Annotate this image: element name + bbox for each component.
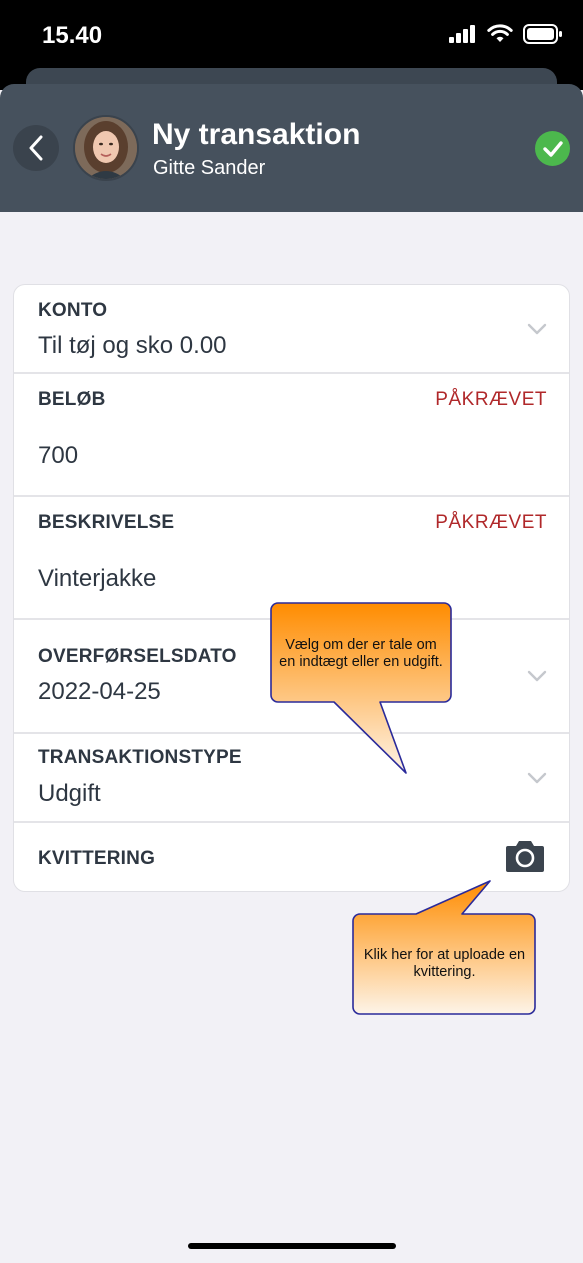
type-hint-line1: Vælg om der er tale om [285, 637, 437, 653]
receipt-hint-line2: kvittering. [413, 964, 476, 980]
wifi-icon [487, 24, 513, 42]
account-field[interactable]: KONTO Til tøj og sko 0.00 [14, 285, 569, 374]
status-time: 15.40 [42, 22, 103, 49]
type-hint-line2: en indtægt eller en udgift. [279, 654, 443, 670]
amount-field[interactable]: BELØB PÅKRÆVET 700 [14, 374, 569, 497]
transaction-type-value: Udgift [38, 780, 101, 807]
page-title: Ny transaktion [152, 118, 361, 151]
amount-required-badge: PÅKRÆVET [435, 389, 547, 410]
page-subtitle: Gitte Sander [153, 157, 266, 179]
transaction-type-label: TRANSAKTIONSTYPE [38, 747, 242, 768]
chevron-down-icon [527, 670, 547, 682]
transaction-form: KONTO Til tøj og sko 0.00 BELØB PÅKRÆVET… [13, 284, 570, 892]
description-value[interactable]: Vinterjakke [38, 565, 156, 593]
account-label: KONTO [38, 300, 108, 321]
receipt-hint-callout: Klik her for at uploade en kvittering. [353, 947, 536, 981]
chevron-left-icon [29, 135, 43, 161]
account-value: Til tøj og sko 0.00 [38, 332, 227, 359]
checkmark-icon [542, 140, 563, 157]
status-icons [449, 24, 563, 44]
chevron-down-icon [527, 323, 547, 335]
avatar [73, 115, 139, 181]
signal-icon [449, 25, 475, 43]
description-label: BESKRIVELSE [38, 512, 175, 533]
receipt-hint-line1: Klik her for at uploade en [363, 947, 526, 963]
header: Ny transaktion Gitte Sander [0, 84, 583, 212]
type-hint-callout-bubble [270, 602, 452, 774]
transfer-date-label: OVERFØRSELSDATO [38, 646, 237, 667]
chevron-down-icon [527, 772, 547, 784]
receipt-label: KVITTERING [38, 848, 156, 869]
transfer-date-value: 2022-04-25 [38, 678, 161, 705]
amount-value[interactable]: 700 [38, 442, 78, 470]
camera-icon[interactable] [505, 839, 545, 873]
avatar-image [75, 117, 137, 179]
back-button[interactable] [13, 125, 59, 171]
confirm-button[interactable] [535, 131, 570, 166]
battery-icon [523, 24, 562, 44]
home-indicator[interactable] [188, 1243, 396, 1249]
description-required-badge: PÅKRÆVET [435, 512, 547, 533]
amount-label: BELØB [38, 389, 106, 410]
type-hint-callout: Vælg om der er tale om en indtægt eller … [271, 637, 451, 671]
